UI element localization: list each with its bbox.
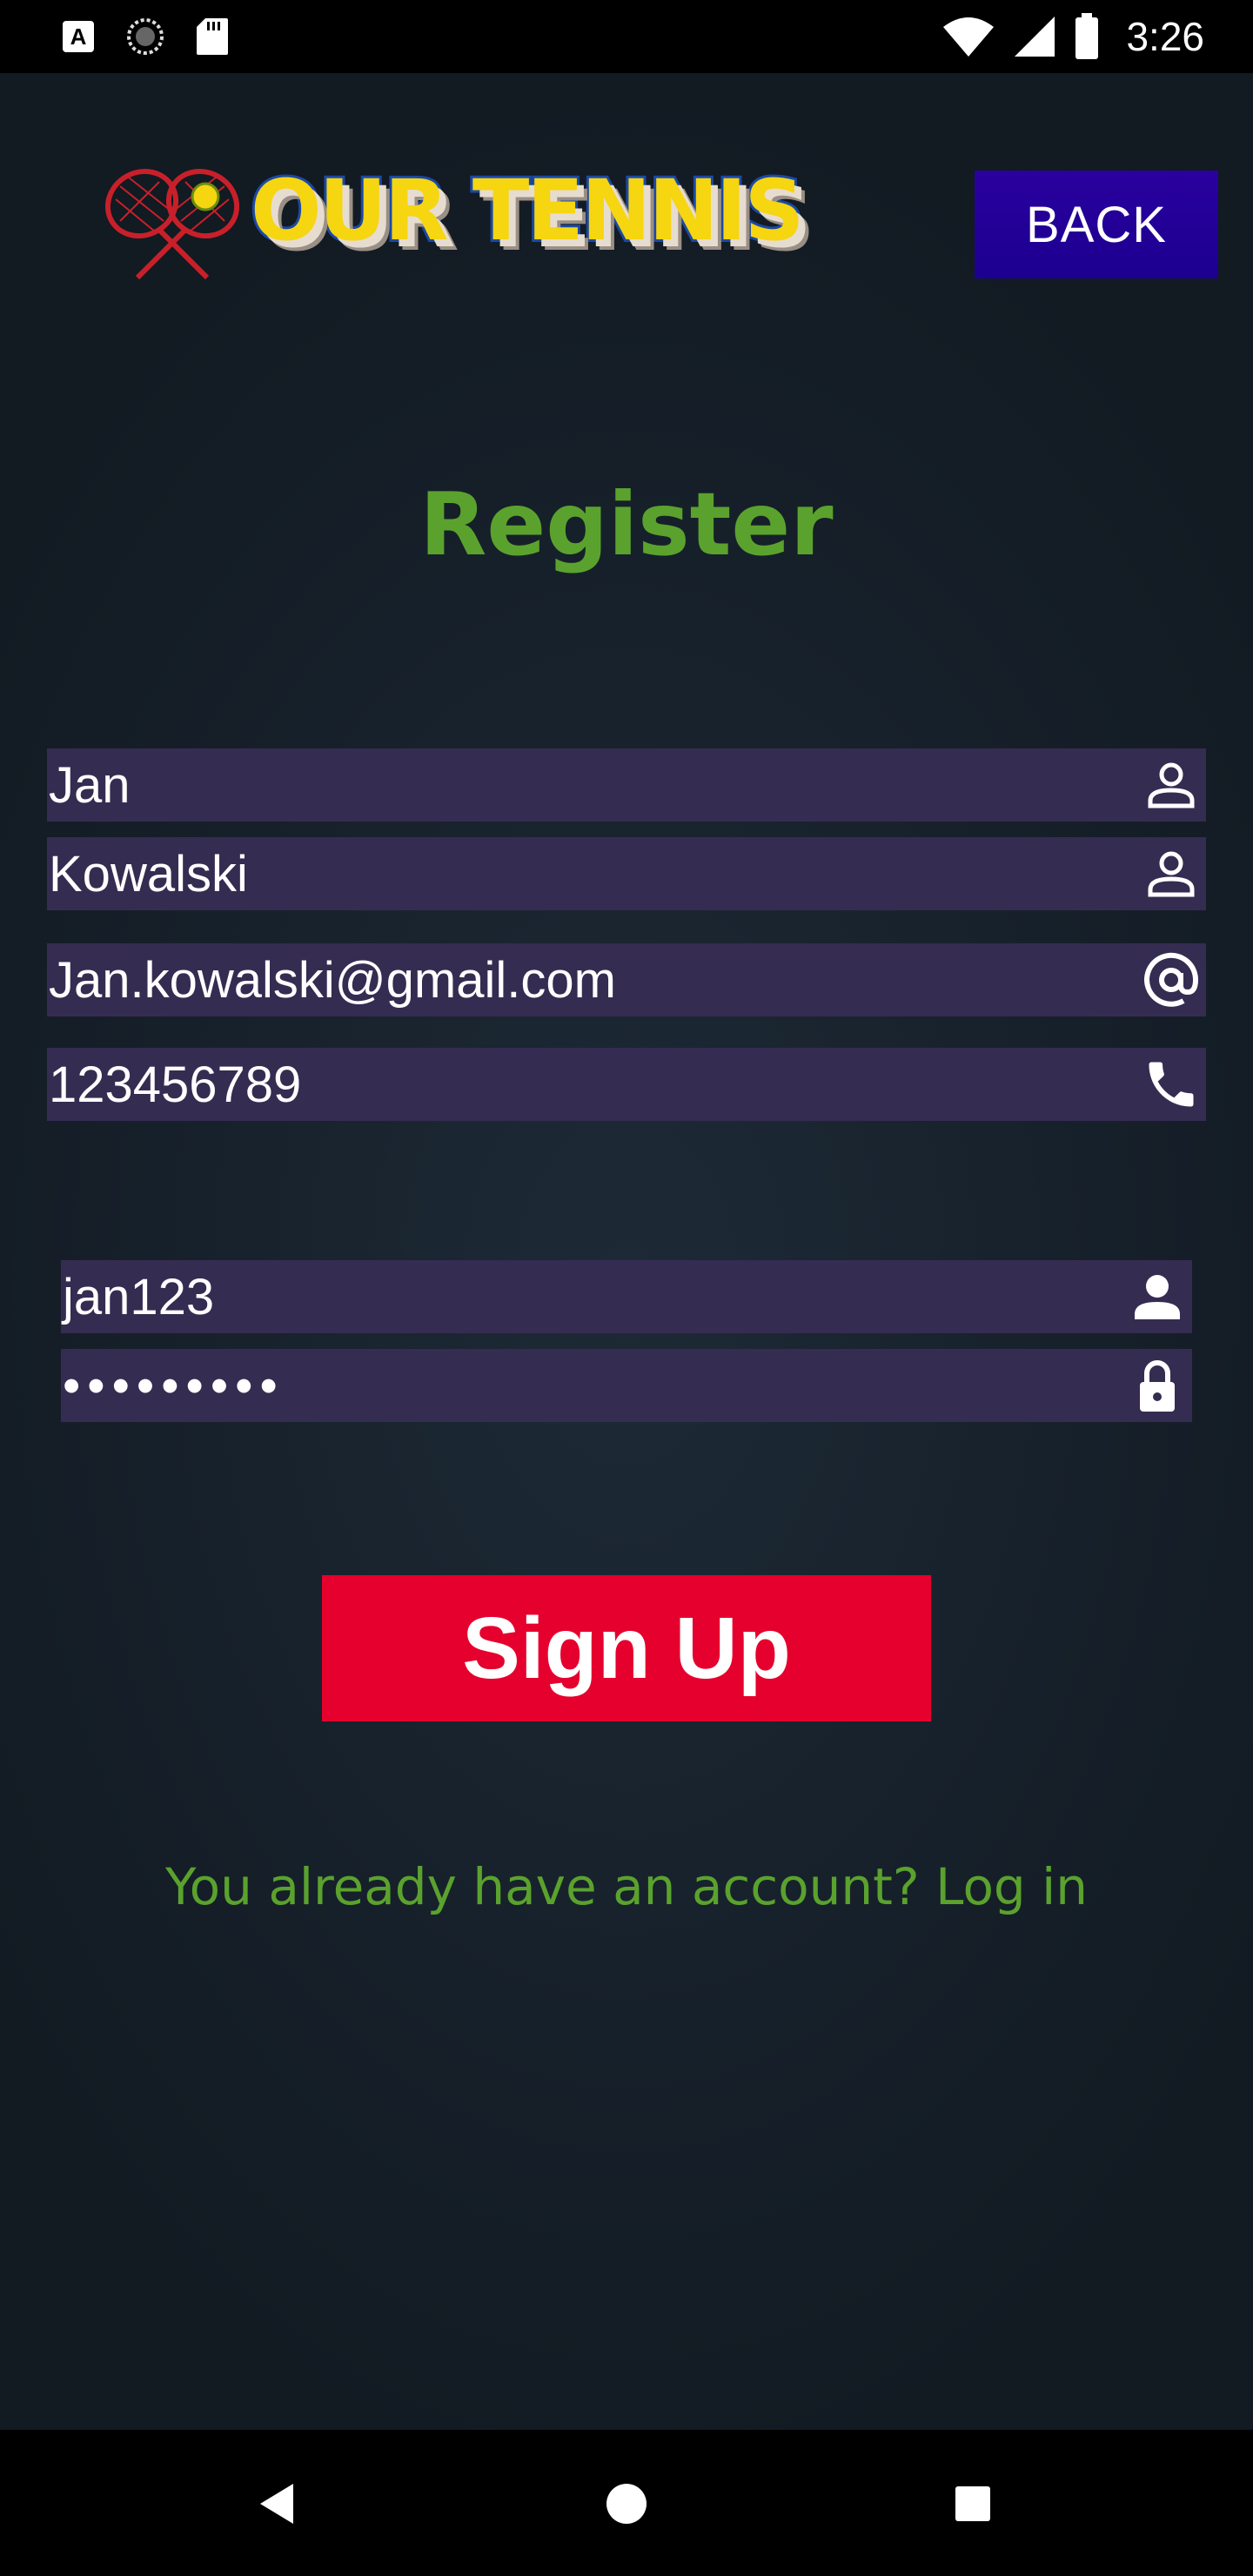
- register-screen: OUR TENNIS BACK Register Jan Kowalski Ja…: [0, 73, 1253, 2430]
- app-logo: OUR TENNIS: [94, 160, 860, 282]
- sign-up-button[interactable]: Sign Up: [322, 1575, 931, 1721]
- sd-card-icon: [197, 18, 228, 55]
- person-outline-icon: [1148, 851, 1195, 897]
- person-outline-icon: [1148, 762, 1195, 808]
- username-field[interactable]: jan123: [61, 1260, 1192, 1333]
- a-notification-icon: A: [63, 21, 94, 52]
- at-sign-icon: [1144, 952, 1199, 1007]
- person-icon: [1135, 1275, 1180, 1319]
- status-time: 3:26: [1126, 14, 1204, 59]
- status-bar: A 3:26: [0, 0, 1253, 73]
- tennis-rackets-icon: [104, 168, 240, 280]
- wifi-icon: [943, 17, 995, 57]
- back-nav-icon[interactable]: [239, 2465, 318, 2543]
- phone-icon: [1149, 1062, 1194, 1107]
- first-name-value: Jan: [49, 756, 131, 814]
- password-value: •••••••••: [63, 1357, 285, 1414]
- login-link[interactable]: You already have an account? Log in: [0, 1857, 1253, 1916]
- svg-text:A: A: [70, 23, 87, 50]
- last-name-field[interactable]: Kowalski: [47, 837, 1206, 910]
- lock-icon: [1140, 1360, 1175, 1412]
- phone-field[interactable]: 123456789: [47, 1048, 1206, 1121]
- email-field[interactable]: Jan.kowalski@gmail.com: [47, 943, 1206, 1016]
- last-name-value: Kowalski: [49, 845, 248, 902]
- navigation-bar: [0, 2430, 1253, 2576]
- email-value: Jan.kowalski@gmail.com: [49, 951, 616, 1009]
- page-title: Register: [419, 473, 834, 575]
- back-button[interactable]: BACK: [975, 171, 1218, 278]
- battery-icon: [1075, 13, 1099, 59]
- phone-value: 123456789: [49, 1056, 302, 1113]
- username-value: jan123: [63, 1268, 215, 1325]
- first-name-field[interactable]: Jan: [47, 748, 1206, 822]
- sync-icon: [127, 18, 164, 55]
- recents-nav-icon[interactable]: [934, 2465, 1012, 2543]
- password-field[interactable]: •••••••••: [61, 1349, 1192, 1422]
- signal-icon: [1015, 17, 1055, 57]
- app-logo-text: OUR TENNIS: [248, 162, 807, 259]
- home-nav-icon[interactable]: [587, 2465, 666, 2543]
